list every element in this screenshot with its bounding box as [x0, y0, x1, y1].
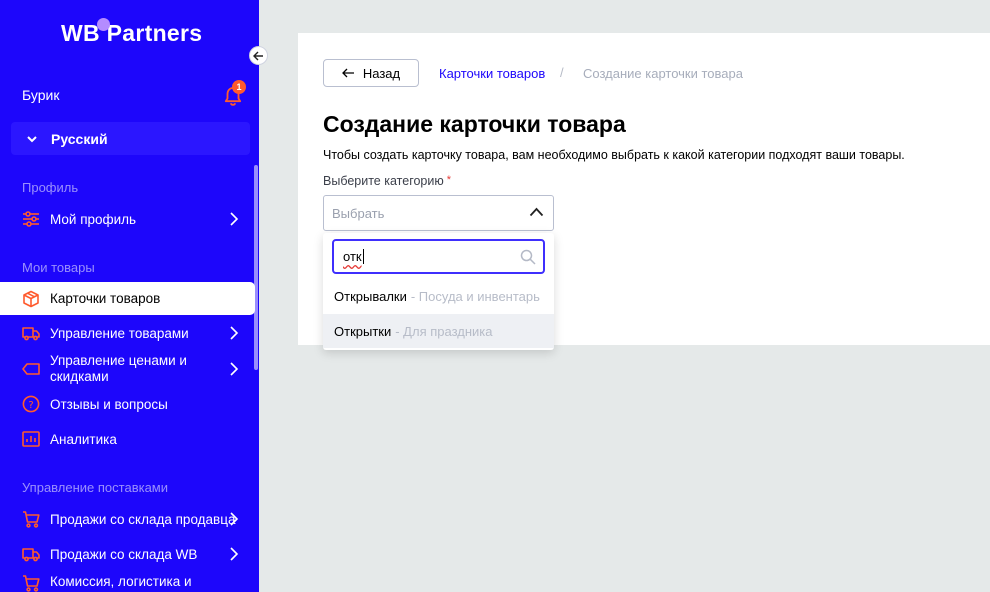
arrow-left-icon: [253, 51, 263, 60]
back-button-label: Назад: [362, 65, 401, 81]
category-field-label: Выберите категорию *: [323, 174, 451, 188]
required-mark: *: [446, 174, 452, 186]
sidebar-item-goods-management[interactable]: Управление товарами: [0, 323, 255, 343]
breadcrumb-link-product-cards[interactable]: Карточки товаров: [439, 66, 545, 81]
sidebar-item-label: Управление ценами и скидками: [50, 353, 187, 384]
arrow-left-icon: [341, 68, 354, 78]
cart-icon: [23, 511, 40, 528]
category-dropdown: отк Открывалки - Посуда и инвентарь Откр…: [323, 233, 554, 350]
breadcrumb-current: Создание карточки товара: [583, 66, 743, 81]
box-icon: [23, 290, 39, 307]
option-name: Открытки: [334, 323, 392, 339]
logo-wb: WB: [61, 20, 100, 46]
sidebar-item-my-profile[interactable]: Мой профиль: [0, 209, 255, 229]
back-button[interactable]: Назад: [323, 59, 419, 87]
svg-text:?: ?: [28, 400, 33, 411]
chevron-up-icon: [529, 207, 544, 217]
dropdown-option[interactable]: Открытки - Для праздника: [323, 314, 554, 348]
cart-icon: [23, 575, 40, 592]
category-select[interactable]: Выбрать: [323, 195, 554, 231]
category-label-text: Выберите категорию: [323, 174, 444, 188]
sidebar-item-label: Мой профиль: [50, 211, 137, 227]
sidebar-item-reviews-questions[interactable]: ? Отзывы и вопросы: [0, 394, 255, 414]
chevron-right-icon: [230, 512, 239, 526]
notification-badge: 1: [232, 80, 246, 94]
collapse-sidebar-button[interactable]: [249, 46, 268, 65]
sidebar-item-analytics[interactable]: Аналитика: [0, 429, 255, 449]
language-selector[interactable]: Русский: [11, 122, 250, 155]
sidebar-item-label: Управление товарами: [50, 325, 189, 341]
search-input-value: отк: [343, 249, 362, 264]
sidebar-item-prices-discounts[interactable]: Управление ценами и скидками: [0, 352, 255, 386]
sidebar-item-label: Карточки товаров: [50, 291, 161, 306]
sidebar-item-label: Отзывы и вопросы: [50, 396, 168, 412]
sidebar-item-label: Продажи со склада продавца: [50, 511, 236, 527]
sidebar-item-label: Аналитика: [50, 431, 117, 447]
chevron-right-icon: [230, 326, 239, 340]
truck-icon: [22, 548, 40, 562]
dropdown-option[interactable]: Открывалки - Посуда и инвентарь: [323, 279, 554, 313]
chevron-right-icon: [230, 362, 239, 376]
language-label: Русский: [51, 130, 108, 147]
option-category: - Посуда и инвентарь: [410, 288, 540, 304]
text-caret: [362, 249, 364, 264]
option-category: - Для праздника: [395, 323, 493, 339]
sidebar-item-seller-warehouse-sales[interactable]: Продажи со склада продавца: [0, 509, 255, 529]
option-name: Открывалки: [334, 288, 407, 304]
section-title-profile: Профиль: [22, 180, 79, 195]
chevron-right-icon: [230, 547, 239, 561]
price-tag-icon: [22, 363, 40, 375]
search-icon: [520, 249, 536, 265]
chart-icon: [22, 431, 40, 447]
category-search-input[interactable]: отк: [332, 239, 545, 274]
sidebar-item-product-cards[interactable]: Карточки товаров: [0, 282, 255, 315]
wb-partners-logo[interactable]: WB Partners: [61, 18, 203, 47]
user-name[interactable]: Бурик: [22, 87, 59, 103]
truck-icon: [22, 327, 40, 341]
sidebar-item-label: Продажи со склада WB: [50, 546, 198, 562]
sidebar-item-wb-warehouse-sales[interactable]: Продажи со склада WB: [0, 544, 255, 564]
question-circle-icon: ?: [22, 395, 40, 413]
logo-partners: Partners: [106, 20, 203, 46]
sliders-icon: [23, 211, 39, 227]
chevron-down-icon: [27, 135, 37, 142]
sidebar-item-label: Комиссия, логистика и: [50, 574, 192, 589]
section-title-my-goods: Мои товары: [22, 260, 95, 275]
sidebar-scrollbar[interactable]: [254, 165, 258, 370]
section-title-supplies: Управление поставками: [22, 480, 168, 495]
sidebar-item-commission-logistics[interactable]: Комиссия, логистика и: [0, 574, 255, 592]
category-select-placeholder: Выбрать: [332, 205, 385, 221]
chevron-right-icon: [230, 212, 239, 226]
logo-dot: [97, 18, 110, 31]
page-title: Создание карточки товара: [323, 111, 626, 137]
breadcrumb-separator: /: [560, 65, 564, 80]
page-description: Чтобы создать карточку товара, вам необх…: [323, 148, 905, 162]
sidebar: WB Partners Бурик 1 Русский Профиль Мой …: [0, 0, 259, 592]
